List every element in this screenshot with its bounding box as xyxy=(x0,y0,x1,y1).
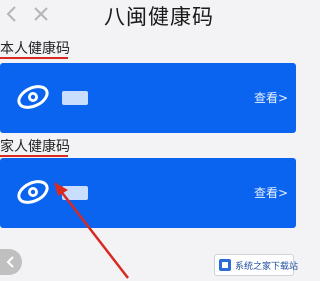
top-bar: 八闽健康码 xyxy=(0,0,296,32)
self-health-code-label: 本人健康码 xyxy=(0,41,70,57)
self-label-underline xyxy=(0,57,68,59)
scroll-left-button[interactable] xyxy=(0,249,22,275)
health-code-logo-icon xyxy=(17,180,49,204)
self-health-code-card[interactable]: 查看> xyxy=(0,63,296,133)
page-title: 八闽健康码 xyxy=(104,5,214,29)
site-watermark: 系统之家下载站 xyxy=(214,254,298,276)
self-view-button[interactable]: 查看> xyxy=(254,89,288,106)
watermark-text: 系统之家下载站 xyxy=(235,262,299,272)
masked-family-name xyxy=(62,186,88,200)
health-code-logo-icon xyxy=(17,85,49,109)
family-view-button[interactable]: 查看> xyxy=(254,184,288,201)
watermark-logo-icon xyxy=(219,259,231,271)
close-icon[interactable] xyxy=(30,3,52,25)
family-health-code-card[interactable]: 查看> xyxy=(0,158,296,228)
chevron-left-icon xyxy=(6,256,14,268)
masked-user-name xyxy=(62,91,88,105)
family-health-code-label: 家人健康码 xyxy=(0,139,70,155)
family-label-underline xyxy=(0,155,68,157)
back-chevron-icon[interactable] xyxy=(2,3,24,25)
